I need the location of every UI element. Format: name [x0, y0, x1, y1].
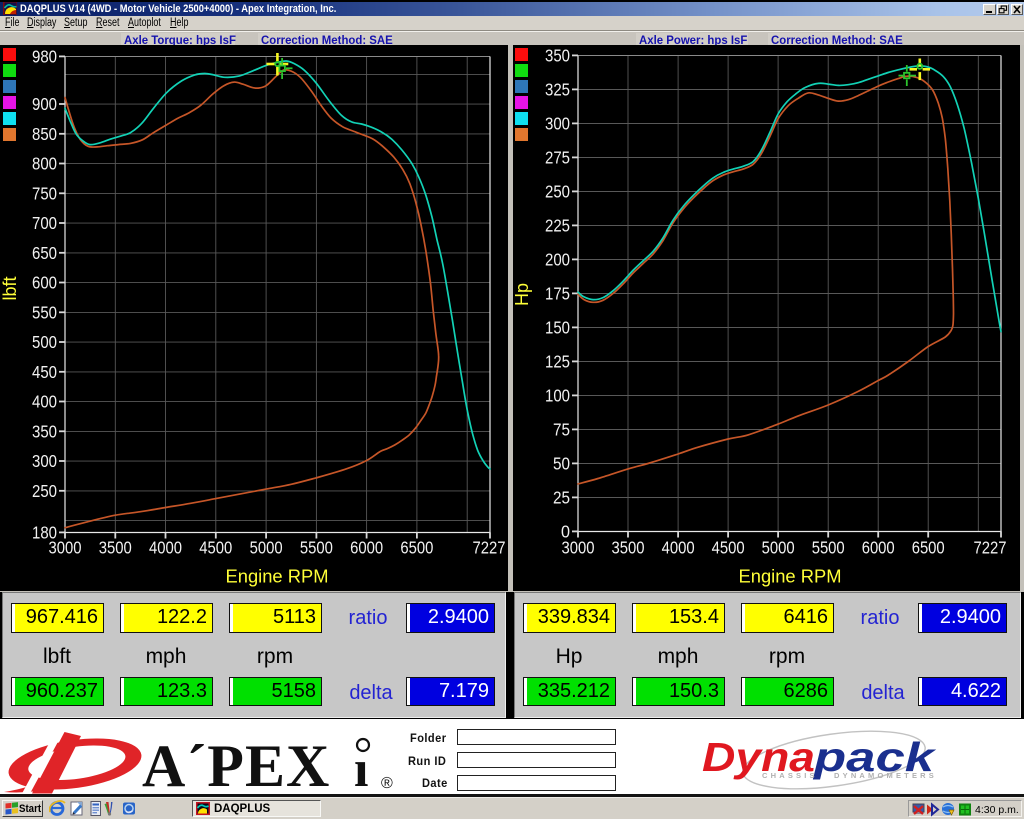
- svg-text:A´PEX: A´PEX: [142, 733, 330, 795]
- svg-text:550: 550: [32, 302, 57, 322]
- svg-text:980: 980: [32, 46, 57, 66]
- svg-text:5500: 5500: [812, 537, 845, 557]
- svg-text:Engine RPM: Engine RPM: [226, 566, 329, 586]
- svg-text:3000: 3000: [49, 537, 82, 557]
- svg-text:125: 125: [545, 351, 570, 371]
- svg-text:250: 250: [32, 480, 57, 500]
- svg-text:4500: 4500: [199, 537, 232, 557]
- svg-text:225: 225: [545, 215, 570, 235]
- svg-text:750: 750: [32, 183, 57, 203]
- svg-text:6000: 6000: [350, 537, 383, 557]
- svg-text:Engine RPM: Engine RPM: [739, 566, 842, 586]
- svg-text:DYNAMOMETERS: DYNAMOMETERS: [834, 771, 937, 780]
- svg-text:150: 150: [545, 317, 570, 337]
- svg-text:5000: 5000: [250, 537, 283, 557]
- svg-text:100: 100: [545, 385, 570, 405]
- svg-text:4000: 4000: [149, 537, 182, 557]
- svg-text:25: 25: [553, 487, 570, 507]
- svg-text:3000: 3000: [562, 537, 595, 557]
- svg-text:850: 850: [32, 123, 57, 143]
- svg-text:3500: 3500: [612, 537, 645, 557]
- svg-text:6000: 6000: [862, 537, 895, 557]
- svg-text:4000: 4000: [662, 537, 695, 557]
- svg-text:5000: 5000: [762, 537, 795, 557]
- svg-text:CHASSIS: CHASSIS: [762, 771, 818, 780]
- svg-text:275: 275: [545, 147, 570, 167]
- svg-text:300: 300: [32, 451, 57, 471]
- svg-text:7227: 7227: [974, 537, 1007, 557]
- svg-text:350: 350: [545, 45, 570, 65]
- svg-text:600: 600: [32, 272, 57, 292]
- svg-text:400: 400: [32, 391, 57, 411]
- svg-text:4500: 4500: [712, 537, 745, 557]
- svg-text:175: 175: [545, 283, 570, 303]
- svg-text:Hp: Hp: [512, 282, 532, 305]
- svg-text:800: 800: [32, 153, 57, 173]
- svg-text:900: 900: [32, 94, 57, 114]
- svg-text:300: 300: [545, 113, 570, 133]
- svg-text:450: 450: [32, 361, 57, 381]
- svg-text:5500: 5500: [300, 537, 333, 557]
- svg-text:75: 75: [553, 419, 570, 439]
- svg-text:6500: 6500: [400, 537, 433, 557]
- svg-text:50: 50: [553, 453, 570, 473]
- svg-text:350: 350: [32, 421, 57, 441]
- svg-text:3500: 3500: [99, 537, 132, 557]
- svg-text:700: 700: [32, 213, 57, 233]
- svg-text:500: 500: [32, 332, 57, 352]
- svg-text:200: 200: [545, 249, 570, 269]
- svg-text:650: 650: [32, 242, 57, 262]
- svg-text:6500: 6500: [912, 537, 945, 557]
- svg-text:7227: 7227: [473, 537, 506, 557]
- svg-text:325: 325: [545, 79, 570, 99]
- svg-text:lbft: lbft: [0, 276, 20, 300]
- svg-text:250: 250: [545, 181, 570, 201]
